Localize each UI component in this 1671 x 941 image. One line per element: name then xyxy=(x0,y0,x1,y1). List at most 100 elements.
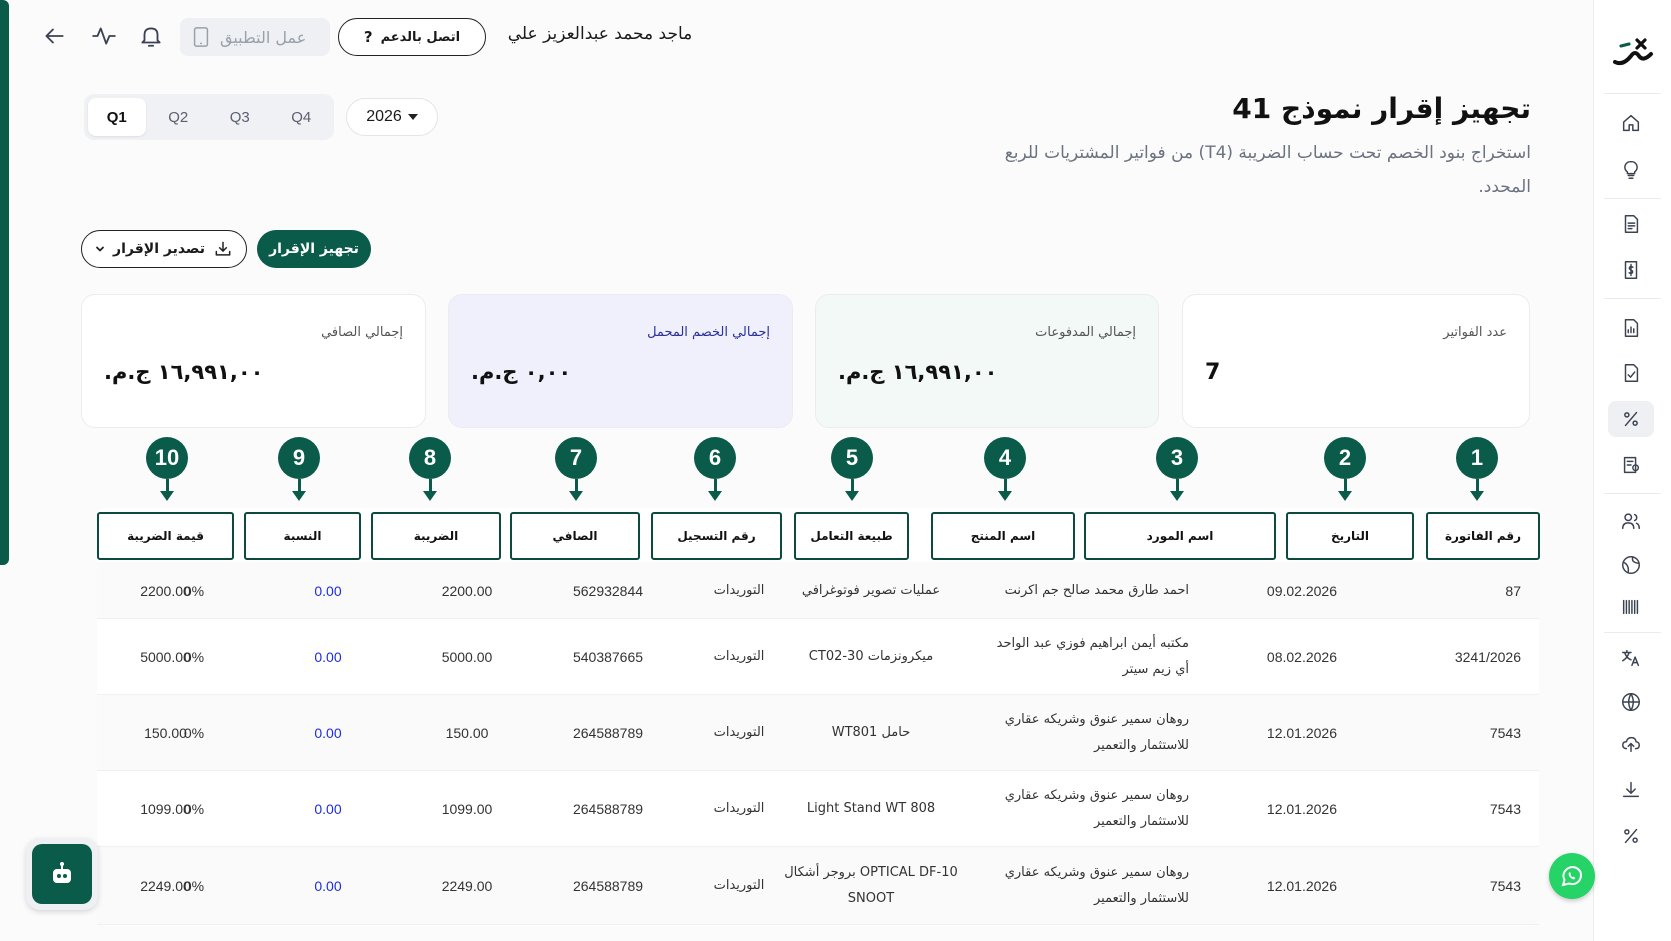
arrow-left-icon xyxy=(45,28,64,44)
download-icon xyxy=(215,241,231,256)
column-marker-2: 2 xyxy=(1324,437,1368,505)
chevron-down-icon xyxy=(96,246,104,252)
cloud-upload-icon xyxy=(1622,736,1640,753)
sidebar xyxy=(1593,0,1671,941)
sidebar-item-home[interactable] xyxy=(1608,105,1654,141)
column-marker-5: 5 xyxy=(831,437,875,505)
document-icon xyxy=(1624,215,1639,233)
network-globe-icon xyxy=(1622,693,1640,711)
tab-q4[interactable]: Q4 xyxy=(273,98,331,136)
quarter-tabs: Q1 Q2 Q3 Q4 xyxy=(84,94,334,140)
home-icon xyxy=(1622,114,1640,132)
total-deduction-label: إجمالي الخصم المحمل xyxy=(647,325,770,340)
logo-icon xyxy=(1613,38,1653,66)
barcode-icon xyxy=(1622,599,1639,615)
col-header-registration[interactable]: رقم التسجيل xyxy=(651,512,782,560)
sidebar-item-payments[interactable] xyxy=(1608,252,1654,288)
app-button[interactable]: عمل التطبيق xyxy=(180,18,330,56)
page-title: تجهيز إقرار نموذج 41 xyxy=(1232,92,1531,125)
sidebar-item-ideas[interactable] xyxy=(1608,152,1654,188)
translate-icon xyxy=(1622,649,1640,667)
table-row[interactable]: 87 09.02.2026 احمد طارق محمد صالح جم اكر… xyxy=(97,562,1539,619)
total-payments-label: إجمالي المدفوعات xyxy=(1035,325,1136,340)
table-row[interactable]: 3241/2026 08.02.2026 مكتبه أيمن ابراهيم … xyxy=(97,619,1539,695)
sidebar-item-download[interactable] xyxy=(1608,772,1654,808)
activity-button[interactable] xyxy=(88,20,120,52)
money-document-icon xyxy=(1624,261,1638,279)
sidebar-item-percent[interactable] xyxy=(1608,818,1654,854)
document-check-icon xyxy=(1624,364,1639,382)
activity-icon xyxy=(92,27,116,45)
total-payments-value: ١٦,٩٩١,٠٠ ج.م. xyxy=(838,360,998,384)
report-icon xyxy=(1624,319,1639,337)
export-label: تصدير الإقرار xyxy=(113,241,205,257)
sidebar-item-users[interactable] xyxy=(1608,503,1654,539)
total-net-card: إجمالي الصافي ١٦,٩٩١,٠٠ ج.م. xyxy=(81,294,426,428)
total-net-value: ١٦,٩٩١,٠٠ ج.م. xyxy=(104,360,264,384)
brand-logo[interactable] xyxy=(1594,30,1671,74)
caret-down-icon xyxy=(407,114,418,120)
column-marker-6: 6 xyxy=(694,437,738,505)
lightbulb-icon xyxy=(1624,161,1638,179)
column-marker-7: 7 xyxy=(555,437,599,505)
column-marker-1: 1 xyxy=(1456,437,1500,505)
assistant-bot-button[interactable] xyxy=(26,838,98,910)
whatsapp-button[interactable] xyxy=(1549,853,1595,899)
user-name: ماجد محمد عبدالعزيز علي xyxy=(507,24,693,44)
sidebar-item-reports[interactable] xyxy=(1608,310,1654,346)
download-icon xyxy=(1622,781,1640,798)
tab-q3[interactable]: Q3 xyxy=(211,98,269,136)
sidebar-item-receipts[interactable] xyxy=(1608,447,1654,483)
total-net-label: إجمالي الصافي xyxy=(321,325,403,340)
total-deduction-value: ٠,٠٠ ج.م. xyxy=(471,360,572,384)
globe-icon xyxy=(1622,556,1640,574)
col-header-product[interactable]: اسم المنتج xyxy=(931,512,1075,560)
invoice-count-card: عدد الفواتير 7 xyxy=(1182,294,1530,428)
table-row[interactable]: 7543 12.01.2026 روهان سمير عنوق وشريكه ع… xyxy=(97,695,1539,771)
column-marker-8: 8 xyxy=(409,437,453,505)
receipt-icon xyxy=(1623,456,1640,474)
notifications-button[interactable] xyxy=(135,20,167,52)
robot-icon xyxy=(53,862,71,883)
col-header-tax-value[interactable]: قيمة الضريبة xyxy=(97,512,234,560)
invoice-count-value: 7 xyxy=(1205,360,1221,385)
back-button[interactable] xyxy=(38,20,70,52)
col-header-supplier[interactable]: اسم المورد xyxy=(1084,512,1276,560)
invoice-count-label: عدد الفواتير xyxy=(1443,325,1507,340)
prepare-declaration-button[interactable]: تجهيز الإقرار xyxy=(257,230,371,268)
column-marker-3: 3 xyxy=(1156,437,1200,505)
col-header-date[interactable]: التاريخ xyxy=(1286,512,1414,560)
question-icon: ? xyxy=(363,28,373,46)
left-accent-bar xyxy=(0,0,9,565)
users-icon xyxy=(1622,513,1640,530)
column-marker-4: 4 xyxy=(984,437,1028,505)
sidebar-item-barcode[interactable] xyxy=(1608,589,1654,625)
total-deduction-card: إجمالي الخصم المحمل ٠,٠٠ ج.م. xyxy=(448,294,793,428)
year-select[interactable]: 2026 xyxy=(346,98,438,136)
sidebar-item-invoices[interactable] xyxy=(1608,206,1654,242)
contact-support-button[interactable]: اتصل بالدعم ? xyxy=(338,18,486,56)
percent-icon xyxy=(1624,411,1638,427)
table-row[interactable]: 7543 12.01.2026 روهان سمير عنوق وشريكه ع… xyxy=(97,847,1539,925)
col-header-invoice[interactable]: رقم الفاتورة xyxy=(1426,512,1540,560)
sidebar-item-translate[interactable] xyxy=(1608,640,1654,676)
column-marker-9: 9 xyxy=(278,437,322,505)
col-header-tax[interactable]: الضريبة xyxy=(371,512,501,560)
whatsapp-icon xyxy=(1561,865,1582,887)
tab-q2[interactable]: Q2 xyxy=(150,98,208,136)
table-row[interactable]: 7543 12.01.2026 روهان سمير عنوق وشريكه ع… xyxy=(97,771,1539,847)
sidebar-item-globe[interactable] xyxy=(1608,547,1654,583)
tab-q1[interactable]: Q1 xyxy=(88,98,146,136)
year-value: 2026 xyxy=(366,108,402,125)
support-label: اتصل بالدعم xyxy=(380,29,461,45)
sidebar-item-cloud-upload[interactable] xyxy=(1608,726,1654,762)
col-header-net[interactable]: الصافي xyxy=(510,512,640,560)
col-header-nature[interactable]: طبيعة التعامل xyxy=(794,512,909,560)
bell-icon xyxy=(141,27,161,47)
export-declaration-button[interactable]: تصدير الإقرار xyxy=(81,230,247,268)
sidebar-item-approved[interactable] xyxy=(1608,355,1654,391)
column-marker-10: 10 xyxy=(146,437,190,505)
col-header-rate[interactable]: النسبة xyxy=(244,512,361,560)
sidebar-item-network[interactable] xyxy=(1608,684,1654,720)
sidebar-item-tax-deduction[interactable] xyxy=(1608,401,1654,437)
